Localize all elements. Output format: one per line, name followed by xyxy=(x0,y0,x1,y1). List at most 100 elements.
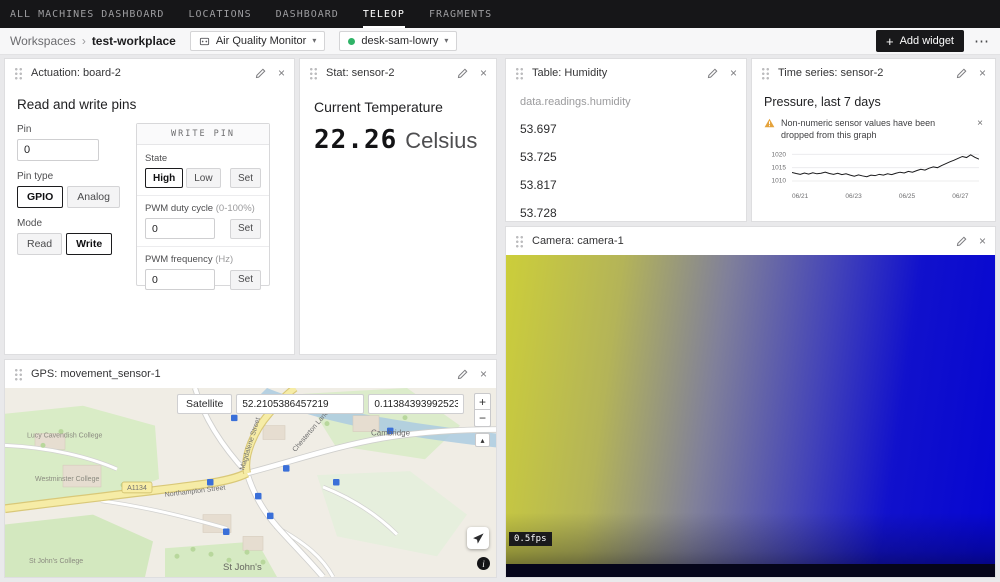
map-label-westminster: Westminster College xyxy=(35,476,99,483)
drag-handle-icon[interactable] xyxy=(761,67,770,80)
state-low-button[interactable]: Low xyxy=(186,168,220,188)
warning-text: Non-numeric sensor values have been drop… xyxy=(781,117,946,141)
compass-north-button[interactable]: ▴ xyxy=(475,433,490,447)
road-shield-a1134: A1134 xyxy=(122,482,152,493)
map-label-st-johns: St John's xyxy=(223,562,262,573)
longitude-input[interactable] xyxy=(368,394,464,414)
machine-selector-label: Air Quality Monitor xyxy=(216,35,306,47)
warning-icon xyxy=(764,118,775,128)
overflow-menu-button[interactable]: ⋯ xyxy=(974,32,990,50)
edit-widget-button[interactable] xyxy=(457,68,468,79)
table-row: 53.725 xyxy=(506,143,746,171)
pwm-duty-label-text: PWM duty cycle xyxy=(145,203,213,214)
pwm-duty-label: PWM duty cycle (0-100%) xyxy=(145,203,261,214)
machine-selector[interactable]: Air Quality Monitor ▾ xyxy=(190,31,326,51)
stat-widget: Stat: sensor-2 × Current Temperature 22.… xyxy=(299,58,497,355)
top-nav: ALL MACHINES DASHBOARD LOCATIONS DASHBOA… xyxy=(0,0,1000,28)
close-widget-button[interactable]: × xyxy=(730,67,737,79)
gps-widget: GPS: movement_sensor-1 × xyxy=(4,359,497,578)
nav-all-machines-dashboard[interactable]: ALL MACHINES DASHBOARD xyxy=(10,0,164,28)
gps-widget-title: GPS: movement_sensor-1 xyxy=(31,368,161,380)
breadcrumb-separator-icon: › xyxy=(82,34,86,48)
state-high-button[interactable]: High xyxy=(145,168,183,188)
pencil-icon xyxy=(956,68,967,79)
pwm-frequency-label-text: PWM frequency xyxy=(145,254,213,265)
table-row: 53.697 xyxy=(506,115,746,143)
pin-input[interactable] xyxy=(17,139,99,161)
mode-read-button[interactable]: Read xyxy=(17,233,62,255)
line-chart: 101010151020 06/2106/2306/2506/27 xyxy=(764,149,983,207)
close-widget-button[interactable]: × xyxy=(278,67,285,79)
zoom-out-button[interactable]: − xyxy=(474,410,491,427)
navigate-arrow-icon xyxy=(472,532,485,545)
edit-widget-button[interactable] xyxy=(457,369,468,380)
close-widget-button[interactable]: × xyxy=(480,67,487,79)
pwm-frequency-input[interactable] xyxy=(145,269,215,290)
pwm-duty-hint: (0-100%) xyxy=(216,203,255,214)
pwm-duty-set-button[interactable]: Set xyxy=(230,219,261,239)
pwm-duty-input[interactable] xyxy=(145,218,215,239)
divider xyxy=(137,246,269,247)
latitude-input[interactable] xyxy=(236,394,364,414)
chart-plot-area xyxy=(792,149,979,189)
drag-handle-icon[interactable] xyxy=(515,235,524,248)
nav-dashboard[interactable]: DASHBOARD xyxy=(276,0,339,28)
drag-handle-icon[interactable] xyxy=(309,67,318,80)
mode-write-button[interactable]: Write xyxy=(66,233,112,255)
breadcrumb-workspaces-link[interactable]: Workspaces xyxy=(10,34,76,48)
nav-fragments[interactable]: FRAGMENTS xyxy=(429,0,492,28)
nav-teleop[interactable]: TELEOP xyxy=(363,0,405,28)
add-widget-button[interactable]: + Add widget xyxy=(876,30,964,52)
recenter-location-button[interactable] xyxy=(467,527,489,549)
part-selector[interactable]: desk-sam-lowry ▾ xyxy=(339,31,457,51)
table-column-header: data.readings.humidity xyxy=(506,87,746,115)
pencil-icon xyxy=(956,236,967,247)
state-set-button[interactable]: Set xyxy=(230,168,261,188)
chevron-down-icon: ▾ xyxy=(312,37,316,45)
camera-stream-image: 0.5fps xyxy=(506,255,995,577)
part-selector-label: desk-sam-lowry xyxy=(361,35,438,47)
map-label-st-johns-college: St John's College xyxy=(29,558,83,565)
state-label: State xyxy=(145,153,261,164)
pin-type-analog-button[interactable]: Analog xyxy=(67,186,120,208)
close-widget-button[interactable]: × xyxy=(979,235,986,247)
table-widget-title: Table: Humidity xyxy=(532,67,607,79)
drag-handle-icon[interactable] xyxy=(515,67,524,80)
satellite-toggle-button[interactable]: Satellite xyxy=(177,394,232,414)
pin-type-gpio-button[interactable]: GPIO xyxy=(17,186,63,208)
timeseries-widget-header: Time series: sensor-2 × xyxy=(752,59,995,87)
camera-widget-title: Camera: camera-1 xyxy=(532,235,624,247)
close-widget-button[interactable]: × xyxy=(979,67,986,79)
stat-unit: Celsius xyxy=(405,128,477,154)
table-row: 53.817 xyxy=(506,171,746,199)
write-pin-panel: WRITE PIN State High Low Set PWM duty cy… xyxy=(136,123,270,286)
drag-handle-icon[interactable] xyxy=(14,368,23,381)
edit-widget-button[interactable] xyxy=(255,68,266,79)
machine-icon xyxy=(199,36,210,47)
map-canvas[interactable]: A1134 Lucy Cavendish College Westminster… xyxy=(5,388,496,577)
divider xyxy=(137,195,269,196)
dismiss-warning-button[interactable]: × xyxy=(977,117,983,131)
table-row: 53.728 xyxy=(506,199,746,227)
pwm-frequency-set-button[interactable]: Set xyxy=(230,270,261,290)
table-widget: Table: Humidity × data.readings.humidity… xyxy=(505,58,747,222)
timeseries-widget-title: Time series: sensor-2 xyxy=(778,67,883,79)
zoom-in-button[interactable]: + xyxy=(474,393,491,410)
pwm-frequency-hint: (Hz) xyxy=(215,254,233,265)
actuation-widget: Actuation: board-2 × Read and write pins… xyxy=(4,58,295,355)
edit-widget-button[interactable] xyxy=(956,236,967,247)
edit-widget-button[interactable] xyxy=(707,68,718,79)
drag-handle-icon[interactable] xyxy=(14,67,23,80)
write-pin-panel-title: WRITE PIN xyxy=(137,124,269,145)
stat-widget-title: Stat: sensor-2 xyxy=(326,67,394,79)
stat-metric-label: Current Temperature xyxy=(314,99,482,115)
add-icon: + xyxy=(886,35,894,48)
breadcrumb: Workspaces › test-workplace xyxy=(10,34,176,48)
edit-widget-button[interactable] xyxy=(956,68,967,79)
workspace-header: Workspaces › test-workplace Air Quality … xyxy=(0,28,1000,55)
nav-locations[interactable]: LOCATIONS xyxy=(188,0,251,28)
map-label-cambridge: Cambridge xyxy=(371,429,411,438)
close-widget-button[interactable]: × xyxy=(480,368,487,380)
map-attribution-info-button[interactable]: i xyxy=(477,557,490,570)
map-zoom-controls: + − ▴ xyxy=(474,393,491,447)
